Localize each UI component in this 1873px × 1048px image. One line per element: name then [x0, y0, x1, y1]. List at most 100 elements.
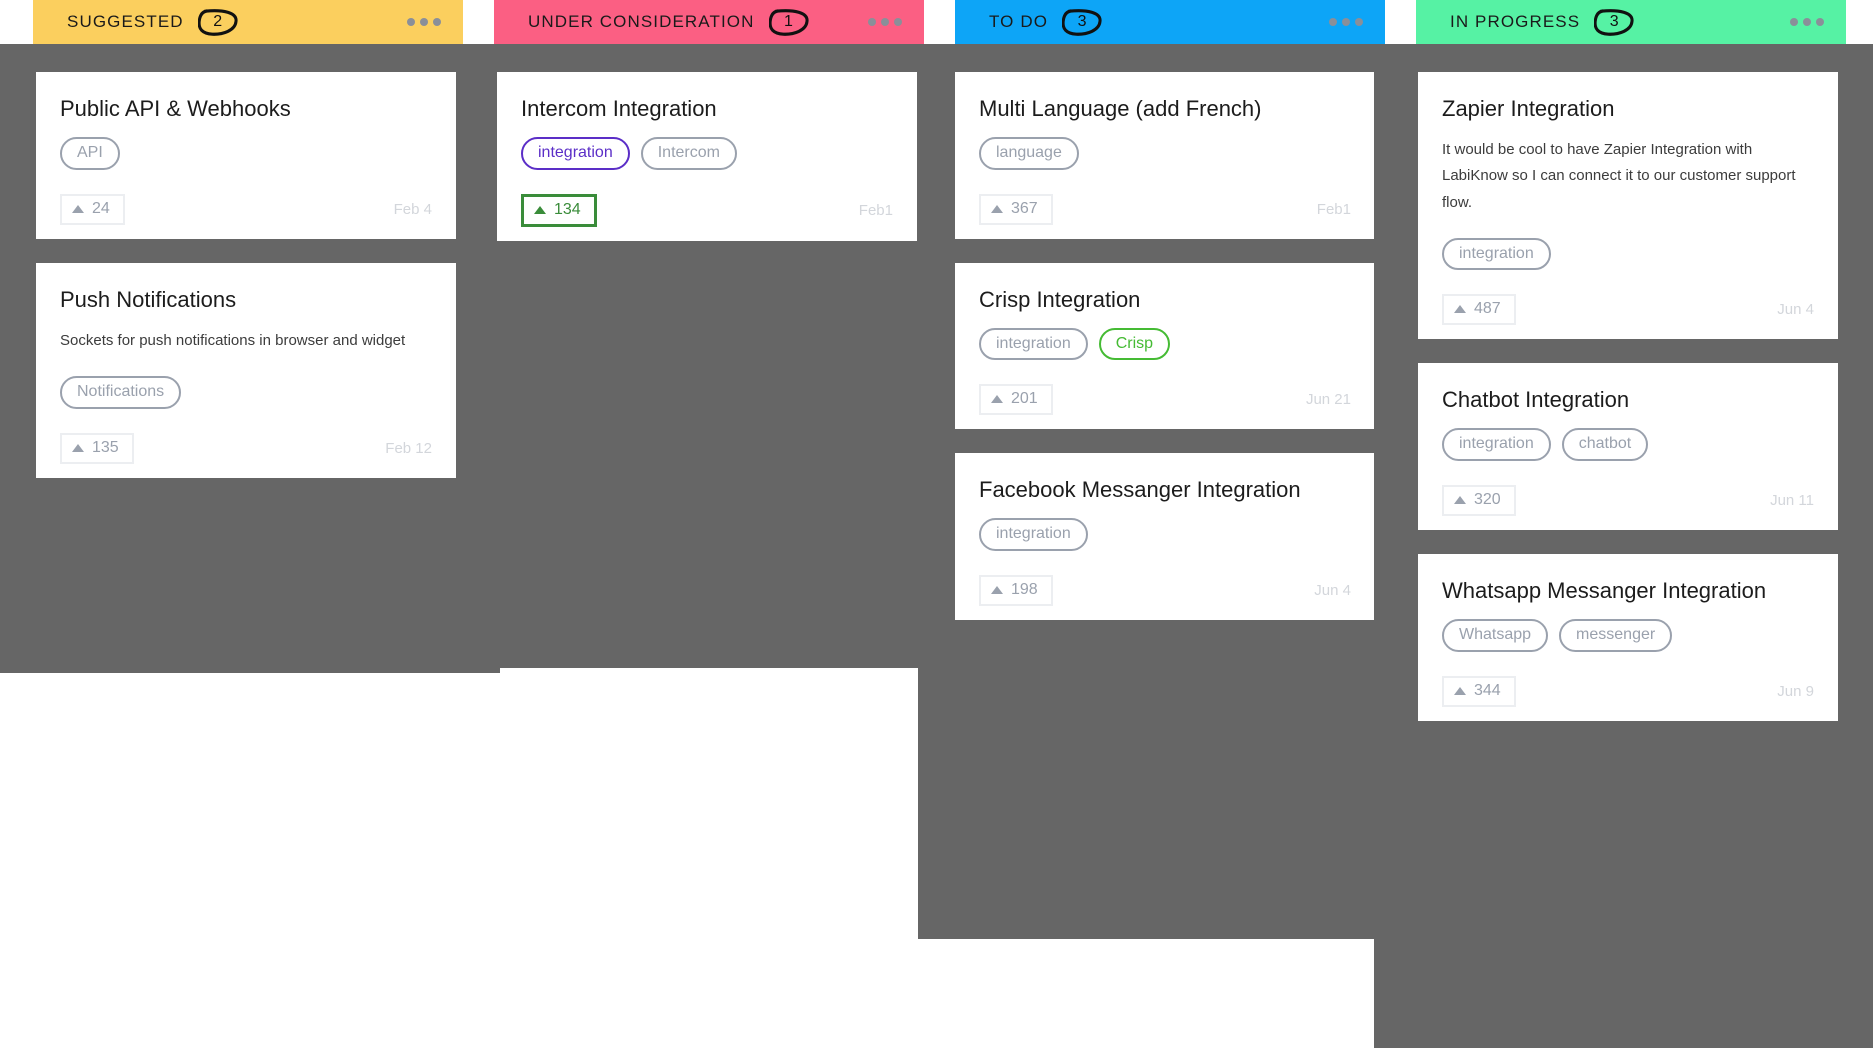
upvote-count: 201: [1011, 390, 1038, 408]
card-footer: 198 Jun 4: [979, 574, 1351, 606]
upvote-count: 24: [92, 199, 110, 217]
upvote-count: 198: [1011, 580, 1038, 598]
card-title: Crisp Integration: [979, 286, 1141, 312]
column-card-list-in-progress[interactable]: Zapier Integration It would be cool to ha…: [1418, 72, 1838, 745]
upvote-arrow-icon: [1454, 305, 1466, 314]
card-tag-list: integration Intercom: [521, 137, 893, 170]
upvote-count: 320: [1474, 491, 1501, 508]
card-footer: 487 Jun 4: [1442, 294, 1814, 326]
upvote-count: 487: [1474, 300, 1501, 318]
card-date: Jun 21: [1305, 391, 1351, 409]
card-title: Facebook Messanger Integration: [979, 477, 1301, 503]
column-title-in-progress: IN PROGRESS: [1450, 12, 1581, 31]
card-tag[interactable]: Notifications: [60, 375, 182, 409]
upvote-arrow-icon: [534, 205, 546, 214]
card-tag-list: integration: [1442, 237, 1814, 271]
card-date: Jun 4: [1777, 301, 1814, 319]
upvote-button[interactable]: 198: [979, 574, 1053, 606]
kanban-board: SUGGESTED 2 Public API & Webhooks API 24 Feb …: [0, 0, 1873, 1048]
card-date: Feb 4: [393, 200, 432, 218]
card-tag-list: integration: [979, 518, 1351, 551]
upvote-button[interactable]: 344: [1442, 675, 1516, 707]
card-tag[interactable]: messenger: [1559, 619, 1673, 652]
upvote-count: 367: [1011, 199, 1038, 217]
feedback-card[interactable]: Zapier Integration It would be cool to ha…: [1418, 72, 1838, 340]
card-tag[interactable]: integration: [1442, 428, 1551, 461]
column-count-value: 3: [1609, 13, 1619, 30]
card-description: It would be cool to have Zapier Integrat…: [1442, 141, 1796, 211]
feedback-card[interactable]: Multi Language (add French) language 367 Fe…: [955, 72, 1375, 239]
card-title: Push Notifications: [60, 286, 237, 312]
column-card-list-to-do[interactable]: Multi Language (add French) language 367 Fe…: [955, 72, 1375, 644]
feedback-card[interactable]: Crisp Integration integration Crisp 201 Jun …: [955, 262, 1375, 430]
feedback-card[interactable]: Push Notifications Sockets for push notif…: [36, 262, 456, 478]
ellipsis-icon[interactable]: [1790, 18, 1824, 26]
card-footer: 320 Jun 11: [1442, 485, 1814, 516]
upvote-count: 344: [1474, 681, 1501, 699]
card-tag[interactable]: integration: [1442, 237, 1551, 271]
card-tag-list: language: [979, 137, 1351, 170]
column-count-value: 2: [213, 13, 223, 30]
card-tag[interactable]: integration: [979, 327, 1088, 361]
column-card-list-under-consideration[interactable]: Intercom Integration integration Intercom 1…: [497, 72, 917, 265]
feedback-card[interactable]: Facebook Messanger Integration integratio…: [955, 453, 1375, 620]
column-header-to-do[interactable]: TO DO 3: [955, 0, 1385, 44]
card-tag-list: Whatsapp messenger: [1442, 619, 1814, 652]
upvote-button[interactable]: 367: [979, 193, 1053, 225]
card-tag-list: integration chatbot: [1442, 428, 1814, 461]
card-date: Jun 11: [1770, 492, 1814, 509]
column-count-value: 3: [1077, 13, 1087, 30]
column-header-under-consideration[interactable]: UNDER CONSIDERATION 1: [494, 0, 924, 44]
column-count-in-progress: 3: [1594, 8, 1634, 36]
card-tag-list: Notifications: [60, 375, 432, 409]
upvote-button[interactable]: 487: [1442, 294, 1516, 326]
card-tag[interactable]: language: [979, 137, 1079, 170]
feedback-card[interactable]: Whatsapp Messanger Integration Whatsapp me…: [1418, 554, 1838, 721]
upvote-button[interactable]: 320: [1442, 485, 1516, 516]
card-tag[interactable]: chatbot: [1561, 428, 1649, 461]
card-tag[interactable]: Whatsapp: [1442, 619, 1549, 652]
upvote-arrow-icon: [72, 204, 84, 213]
card-footer: 134 Feb1: [521, 193, 893, 227]
card-date: Feb 12: [385, 439, 432, 457]
upvote-arrow-icon: [1454, 496, 1466, 504]
column-title-under-consideration: UNDER CONSIDERATION: [528, 12, 755, 31]
column-header-in-progress[interactable]: IN PROGRESS 3: [1416, 0, 1846, 44]
upvote-button[interactable]: 201: [979, 384, 1053, 416]
upvote-button[interactable]: 135: [60, 432, 134, 464]
upvote-button[interactable]: 24: [60, 193, 125, 225]
feedback-card[interactable]: Chatbot Integration integration chatbot 320…: [1418, 363, 1838, 530]
column-header-suggested[interactable]: SUGGESTED 2: [33, 0, 463, 44]
card-tag-list: integration Crisp: [979, 327, 1351, 361]
ellipsis-icon[interactable]: [1329, 18, 1363, 26]
upvote-button[interactable]: 134: [521, 193, 597, 227]
upvote-arrow-icon: [991, 204, 1003, 213]
column-card-list-suggested[interactable]: Public API & Webhooks API 24 Feb 4 Push Noti…: [36, 72, 456, 502]
column-title-suggested: SUGGESTED: [67, 12, 184, 31]
upvote-arrow-icon: [991, 395, 1003, 404]
card-title: Public API & Webhooks: [60, 96, 291, 121]
card-tag[interactable]: Crisp: [1098, 327, 1171, 361]
card-footer: 135 Feb 12: [60, 432, 432, 464]
card-title: Multi Language (add French): [979, 96, 1262, 121]
feedback-card[interactable]: Intercom Integration integration Intercom 1…: [497, 72, 917, 241]
card-date: Jun 9: [1777, 682, 1814, 700]
column-count-value: 1: [784, 13, 793, 30]
feedback-card[interactable]: Public API & Webhooks API 24 Feb 4: [36, 72, 456, 239]
upvote-arrow-icon: [991, 585, 1003, 594]
card-date: Jun 4: [1314, 581, 1351, 599]
card-tag[interactable]: integration: [521, 137, 630, 170]
ellipsis-icon[interactable]: [407, 18, 441, 26]
card-tag[interactable]: API: [60, 137, 120, 170]
card-date: Feb1: [858, 201, 893, 219]
column-count-to-do: 3: [1062, 8, 1102, 36]
card-date: Feb1: [1316, 200, 1351, 218]
card-tag-list: API: [60, 137, 432, 170]
card-title: Zapier Integration: [1442, 96, 1615, 121]
card-footer: 201 Jun 21: [979, 384, 1351, 416]
card-title: Whatsapp Messanger Integration: [1442, 578, 1767, 603]
card-tag[interactable]: integration: [979, 518, 1088, 551]
ellipsis-icon[interactable]: [868, 18, 902, 26]
card-tag[interactable]: Intercom: [640, 137, 737, 170]
column-count-suggested: 2: [197, 8, 238, 36]
